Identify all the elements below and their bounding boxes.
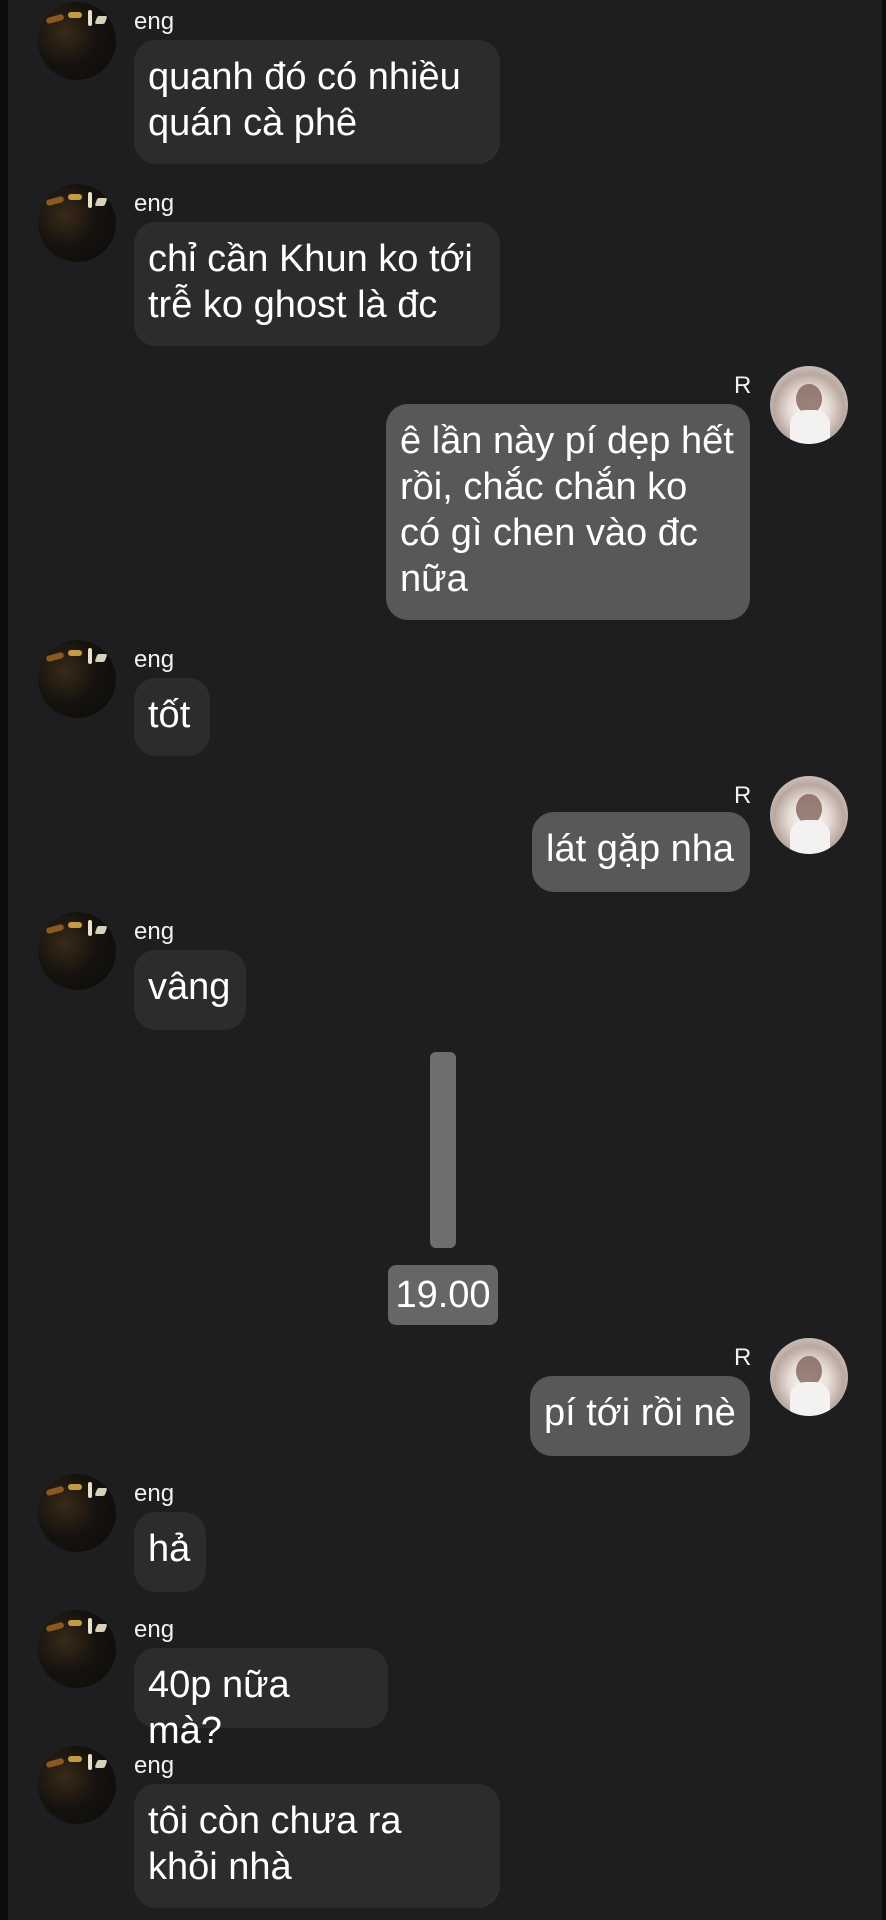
self-name: R: [734, 372, 752, 399]
contact-avatar[interactable]: [38, 912, 116, 990]
message-bubble-outgoing[interactable]: pí tới rồi nè: [530, 1376, 750, 1456]
sender-name: eng: [134, 190, 175, 217]
message-bubble-outgoing[interactable]: lát gặp nha: [532, 812, 750, 892]
time-divider: 19.00: [388, 1265, 498, 1325]
contact-avatar[interactable]: [38, 1474, 116, 1552]
self-avatar[interactable]: [770, 1338, 848, 1416]
sender-name: eng: [134, 918, 175, 945]
message-bubble-incoming[interactable]: tôi còn chưa ra khỏi nhà: [134, 1784, 500, 1908]
contact-avatar[interactable]: [38, 1610, 116, 1688]
contact-avatar[interactable]: [38, 2, 116, 80]
self-name: R: [734, 1344, 752, 1371]
sender-name: eng: [134, 1616, 175, 1643]
left-edge: [0, 0, 8, 1920]
sender-name: eng: [134, 1480, 175, 1507]
message-bubble-incoming[interactable]: chỉ cần Khun ko tới trễ ko ghost là đc: [134, 222, 500, 346]
contact-avatar[interactable]: [38, 640, 116, 718]
message-bubble-incoming[interactable]: tốt: [134, 678, 210, 756]
message-bubble-incoming[interactable]: 40p nữa mà?: [134, 1648, 388, 1752]
self-avatar[interactable]: [770, 776, 848, 854]
message-bubble-incoming[interactable]: quanh đó có nhiều quán cà phê: [134, 40, 500, 164]
sender-name: eng: [134, 646, 175, 673]
right-edge: [882, 0, 886, 1920]
message-bubble-incoming[interactable]: vâng: [134, 950, 246, 1030]
self-name: R: [734, 782, 752, 809]
time-divider-line: [430, 1052, 456, 1248]
message-bubble-outgoing[interactable]: ê lần này pí dẹp hết rồi, chắc chắn ko c…: [386, 404, 750, 620]
message-bubble-incoming[interactable]: hả: [134, 1512, 206, 1592]
sender-name: eng: [134, 1752, 175, 1779]
contact-avatar[interactable]: [38, 184, 116, 262]
contact-avatar[interactable]: [38, 1746, 116, 1824]
self-avatar[interactable]: [770, 366, 848, 444]
sender-name: eng: [134, 8, 175, 35]
